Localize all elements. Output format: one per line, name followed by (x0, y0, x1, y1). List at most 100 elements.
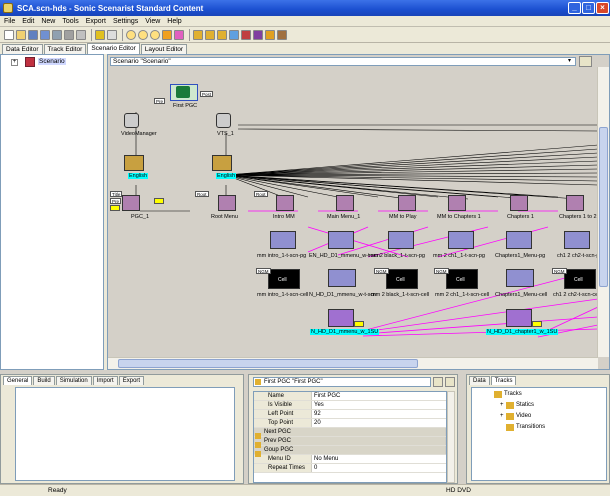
ngm-pin: NGM (552, 268, 567, 274)
properties-object-select[interactable]: First PGC "First PGC" (253, 377, 431, 387)
pin-title[interactable]: Title (110, 191, 123, 197)
pgc-icon[interactable] (398, 195, 416, 211)
preview-icon[interactable] (64, 29, 74, 40)
video-manager-label: VideoManager (121, 131, 157, 137)
language-unit-icon[interactable] (212, 155, 232, 171)
pgc-icon[interactable] (336, 195, 354, 211)
tab-general[interactable]: General (3, 376, 33, 385)
tree-item-statics[interactable]: Statics (516, 402, 534, 408)
program-icon[interactable] (270, 231, 296, 249)
program-icon[interactable] (564, 231, 590, 249)
cell-node[interactable] (328, 269, 356, 287)
menu-file[interactable]: File (4, 18, 15, 25)
pgc-icon[interactable] (510, 195, 528, 211)
minimize-button[interactable]: _ (568, 2, 581, 14)
vts-icon[interactable] (216, 113, 231, 128)
tab-scenario-editor[interactable]: Scenario Editor (87, 43, 140, 54)
menu-edit[interactable]: Edit (22, 18, 34, 25)
close-button[interactable]: × (596, 2, 609, 14)
scenario-graph[interactable]: Pre Post First PGC VideoManager VTS_1 En… (108, 67, 601, 367)
property-group[interactable]: Next PGC (254, 428, 446, 437)
pgc-icon[interactable] (218, 195, 236, 211)
tab-layout-editor[interactable]: Layout Editor (140, 44, 188, 54)
save-icon[interactable] (28, 29, 38, 40)
refresh-icon[interactable] (445, 377, 455, 387)
settings-icon[interactable] (107, 29, 117, 40)
pin-post[interactable]: Post (200, 91, 214, 97)
program-icon[interactable] (448, 231, 474, 249)
menu-help[interactable]: Help (167, 18, 181, 25)
scroll-thumb[interactable] (599, 127, 608, 287)
pgc-icon[interactable] (566, 195, 584, 211)
menu-export[interactable]: Export (86, 18, 106, 25)
tab-data[interactable]: Data (469, 376, 490, 385)
property-group[interactable]: Goup PGC (254, 446, 446, 455)
tree-item-scenario[interactable]: Scenario (38, 58, 66, 65)
chevron-down-icon[interactable]: ▾ (566, 58, 573, 65)
pin-marker[interactable] (354, 321, 364, 327)
sort-icon[interactable] (433, 377, 443, 387)
tab-data-editor[interactable]: Data Editor (2, 44, 43, 54)
folder-a-icon[interactable] (193, 29, 203, 40)
video-manager-icon[interactable] (124, 113, 139, 128)
program-icon[interactable] (328, 231, 354, 249)
pgc-icon[interactable] (448, 195, 466, 211)
canvas-options-icon[interactable] (579, 56, 592, 67)
play-icon[interactable] (229, 29, 239, 40)
pin-root[interactable]: Root (254, 191, 268, 197)
vertical-scrollbar[interactable] (597, 67, 609, 357)
highlight-icon[interactable] (162, 29, 172, 40)
open-folder-icon[interactable] (16, 29, 26, 40)
properties-icon[interactable] (76, 29, 86, 40)
horizontal-scrollbar[interactable] (108, 357, 598, 369)
zoom-in-icon[interactable] (126, 29, 136, 40)
folder-b-icon[interactable] (205, 29, 215, 40)
menu-view[interactable]: View (145, 18, 160, 25)
tree-expander[interactable]: + (500, 402, 504, 408)
tree-expander[interactable]: + (500, 413, 504, 419)
subpicture-icon[interactable] (506, 309, 532, 327)
zoom-fit-icon[interactable] (150, 29, 160, 40)
hand-icon[interactable] (277, 29, 287, 40)
tab-track-editor[interactable]: Track Editor (43, 44, 87, 54)
tab-tracks[interactable]: Tracks (490, 376, 517, 385)
bulb-icon[interactable] (95, 29, 105, 40)
property-group[interactable]: Prev PGC (254, 437, 446, 446)
maximize-button[interactable]: □ (582, 2, 595, 14)
pin-pre[interactable]: Pre (154, 98, 166, 104)
tab-simulation[interactable]: Simulation (55, 376, 92, 385)
cell-node[interactable] (506, 269, 534, 287)
new-file-icon[interactable] (4, 29, 14, 40)
magic-icon[interactable] (253, 29, 263, 40)
pin-marker[interactable] (110, 205, 120, 211)
tree-item-tracks[interactable]: Tracks (504, 391, 522, 397)
tab-build[interactable]: Build (33, 376, 55, 385)
pin-marker[interactable] (532, 321, 542, 327)
program-icon[interactable] (506, 231, 532, 249)
menu-new[interactable]: New (41, 18, 55, 25)
zoom-out-icon[interactable] (138, 29, 148, 40)
pin-root[interactable]: Root (195, 191, 209, 197)
print-icon[interactable] (52, 29, 62, 40)
save-all-icon[interactable] (40, 29, 50, 40)
pgc-icon[interactable] (122, 195, 140, 211)
folder-c-icon[interactable] (217, 29, 227, 40)
tree-item-transitions[interactable]: Transitions (516, 424, 545, 430)
link-icon[interactable] (174, 29, 184, 40)
program-icon[interactable] (388, 231, 414, 249)
stop-icon[interactable] (241, 29, 251, 40)
menu-tools[interactable]: Tools (62, 18, 78, 25)
pgc-icon[interactable] (276, 195, 294, 211)
pin-pre[interactable]: Pre (110, 198, 122, 204)
tab-export[interactable]: Export (118, 376, 145, 385)
pin-marker[interactable] (154, 198, 164, 204)
menu-settings[interactable]: Settings (113, 18, 138, 25)
properties-scrollbar[interactable] (447, 391, 455, 483)
tree-expander[interactable]: + (11, 59, 18, 66)
tree-item-video[interactable]: Video (516, 413, 531, 419)
language-unit-icon[interactable] (124, 155, 144, 171)
subpicture-icon[interactable] (328, 309, 354, 327)
tab-import[interactable]: Import (92, 376, 118, 385)
plug-icon[interactable] (265, 29, 275, 40)
scroll-thumb[interactable] (118, 359, 418, 368)
